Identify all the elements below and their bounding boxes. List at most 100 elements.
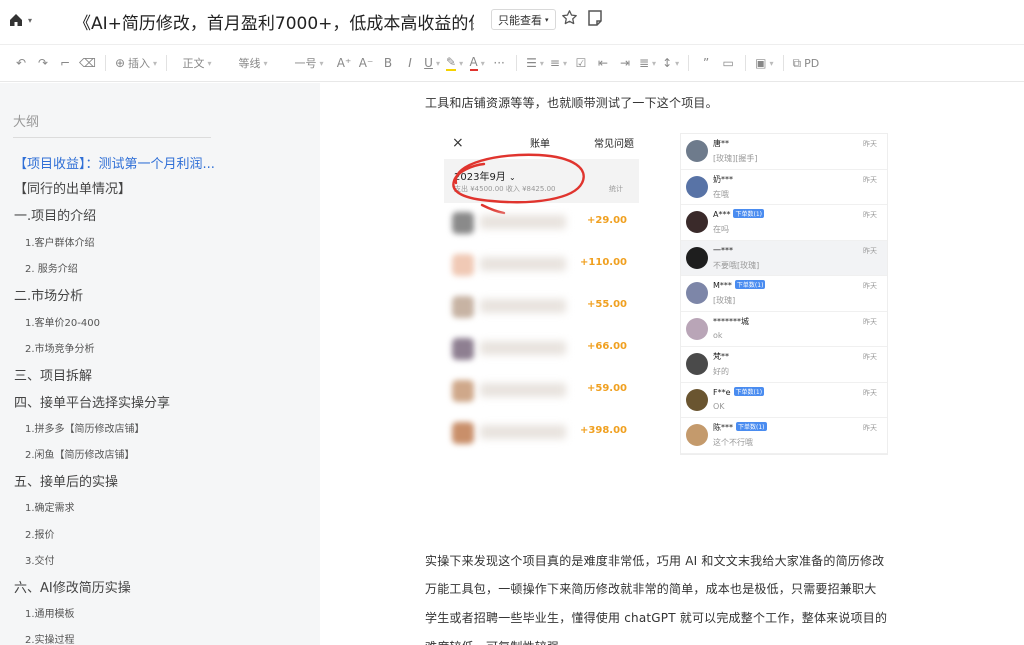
font-color-button[interactable]: A ▾ bbox=[466, 51, 488, 75]
underline-button[interactable]: U ▾ bbox=[421, 51, 443, 75]
home-button[interactable]: ▾ bbox=[8, 11, 42, 29]
chevron-down-icon: ▾ bbox=[263, 58, 268, 68]
numbered-list-button[interactable]: ≡ ▾ bbox=[547, 51, 570, 75]
view-mode-select[interactable]: 只能查看 ▾ bbox=[491, 9, 556, 30]
checklist-button[interactable]: ☑ bbox=[570, 51, 592, 75]
quote-button[interactable]: ” bbox=[695, 51, 717, 75]
italic-button[interactable]: I bbox=[399, 51, 421, 75]
star-icon bbox=[562, 10, 577, 25]
undo-button[interactable]: ↶ bbox=[10, 51, 32, 75]
message-item[interactable]: 唐** [玫瑰][握手] 昨天 bbox=[681, 134, 887, 170]
outline-item[interactable]: 1.客单价20-400 bbox=[25, 314, 100, 329]
section-button[interactable]: ▭ bbox=[717, 51, 739, 75]
bill-stats-label: 统计 bbox=[609, 185, 623, 193]
outline-item[interactable]: 一.项目的介绍 bbox=[14, 205, 96, 224]
highlight-button[interactable]: ✎ ▾ bbox=[443, 51, 466, 75]
font-size-select[interactable]: 一号 ▾ bbox=[285, 51, 333, 75]
outdent-button[interactable]: ⇤ bbox=[592, 51, 614, 75]
pdf-button[interactable]: ⧉ PD bbox=[790, 51, 823, 75]
chevron-down-icon: ▾ bbox=[207, 58, 212, 68]
blurred-avatar bbox=[452, 212, 474, 234]
paragraph-style-select[interactable]: 正文 ▾ bbox=[173, 51, 221, 75]
undo-icon: ↶ bbox=[15, 56, 27, 70]
indent-button[interactable]: ⇥ bbox=[614, 51, 636, 75]
font-family-select[interactable]: 等线 ▾ bbox=[221, 51, 285, 75]
toolbar-divider bbox=[166, 55, 168, 71]
image-button[interactable]: ▣ ▾ bbox=[752, 51, 776, 75]
outline-item[interactable]: 2.实操过程 bbox=[25, 631, 75, 645]
font-family-label: 等线 bbox=[238, 57, 261, 70]
message-item[interactable]: 陈*** 下单数(1) 这个不行哦 昨天 bbox=[681, 418, 887, 454]
redo-button[interactable]: ↷ bbox=[32, 51, 54, 75]
message-sender-name: A*** bbox=[713, 210, 731, 219]
bold-button[interactable]: B bbox=[377, 51, 399, 75]
outline-item[interactable]: 三、项目拆解 bbox=[14, 365, 92, 384]
note-button[interactable] bbox=[587, 9, 605, 29]
chevron-down-icon: ▾ bbox=[28, 15, 33, 25]
line-spacing-button[interactable]: ↕ ▾ bbox=[659, 51, 682, 75]
blurred-text bbox=[480, 425, 566, 439]
chevron-down-icon: ▾ bbox=[539, 58, 544, 68]
favorite-button[interactable] bbox=[561, 9, 579, 29]
align-button[interactable]: ≣ ▾ bbox=[636, 51, 659, 75]
avatar bbox=[686, 175, 708, 198]
message-preview: OK bbox=[713, 401, 725, 411]
clear-format-button[interactable]: ⌫ bbox=[76, 51, 99, 75]
document-body: 工具和店铺资源等等，也就顺带测试了一下这个项目。 × 账单 常见问题 2023年… bbox=[320, 83, 1024, 645]
outline-item[interactable]: 2.闲鱼【简历修改店铺】 bbox=[25, 446, 135, 461]
chevron-down-icon: ▾ bbox=[435, 58, 440, 68]
outline-item[interactable]: 3.交付 bbox=[25, 552, 55, 567]
insert-label: 插入 bbox=[128, 57, 151, 70]
message-time: 昨天 bbox=[863, 388, 877, 397]
toolbar-divider bbox=[516, 55, 518, 71]
message-item[interactable]: M*** 下单数(1) [玫瑰] 昨天 bbox=[681, 276, 887, 312]
outline-item[interactable]: 【项目收益】：测试第一个月利润... bbox=[14, 153, 215, 172]
message-sender-name: F**e bbox=[713, 387, 731, 397]
message-item[interactable]: 梵** 好的 昨天 bbox=[681, 347, 887, 383]
message-preview: ok bbox=[713, 330, 723, 340]
outline-item[interactable]: 2.市场竞争分析 bbox=[25, 340, 95, 355]
toolbar-divider bbox=[782, 55, 784, 71]
outline-item[interactable]: 二.市场分析 bbox=[14, 285, 83, 304]
message-item[interactable]: 奶*** 在哦 昨天 bbox=[681, 170, 887, 205]
message-item[interactable]: F**e 下单数(1) OK 昨天 bbox=[681, 383, 887, 418]
outdent-icon: ⇤ bbox=[597, 56, 609, 70]
outline-item[interactable]: 1.拼多多【简历修改店铺】 bbox=[25, 420, 145, 435]
outline-item[interactable]: 2.报价 bbox=[25, 526, 55, 541]
plus-circle-icon: ⊕ bbox=[114, 56, 126, 70]
avatar bbox=[686, 282, 708, 304]
outline-item[interactable]: 【同行的出单情况】 bbox=[14, 178, 131, 197]
toolbar-divider bbox=[104, 55, 106, 71]
more-button[interactable]: ··· bbox=[488, 51, 510, 75]
outline-item[interactable]: 六、AI修改简历实操 bbox=[14, 577, 131, 596]
message-time: 昨天 bbox=[863, 353, 877, 361]
message-item[interactable]: 一*** 不要哦[玫瑰] 昨天 bbox=[681, 240, 887, 276]
message-item[interactable]: *******城 ok 昨天 bbox=[681, 312, 887, 347]
outline-item[interactable]: 1.确定需求 bbox=[25, 499, 75, 514]
outline-item[interactable]: 1.客户群体介绍 bbox=[25, 234, 95, 249]
bill-row: +398.00 bbox=[444, 413, 639, 455]
home-icon bbox=[10, 14, 22, 26]
outline-item[interactable]: 四、接单平台选择实操分享 bbox=[14, 392, 170, 411]
italic-icon: I bbox=[408, 56, 412, 70]
order-badge: 下单数(1) bbox=[733, 209, 764, 218]
document-title: 《AI+简历修改，首月盈利7000+，低成本高收益的保姆… bbox=[74, 14, 474, 34]
outline-item[interactable]: 2. 服务介绍 bbox=[25, 260, 78, 275]
message-sender: 梵** bbox=[713, 351, 729, 362]
paragraph-line: 万能工具包，一顿操作下来简历修改就非常的简单，成本也是极低，只需要招兼职大 bbox=[425, 582, 877, 596]
message-time: 昨天 bbox=[863, 424, 877, 432]
outline-item[interactable]: 五、接单后的实操 bbox=[14, 471, 118, 490]
format-painter-button[interactable]: ⌐ bbox=[54, 51, 76, 75]
chevron-down-icon: ▾ bbox=[562, 58, 567, 68]
outline-item[interactable]: 1.通用模板 bbox=[25, 605, 75, 620]
insert-button[interactable]: ⊕ 插入 ▾ bbox=[112, 51, 160, 75]
title-bar: ▾ 《AI+简历修改，首月盈利7000+，低成本高收益的保姆… 只能查看 ▾ bbox=[0, 0, 1024, 40]
bullet-list-button[interactable]: ☰ ▾ bbox=[523, 51, 547, 75]
pdf-label: PD bbox=[804, 56, 820, 70]
toolbar-divider bbox=[688, 55, 690, 71]
message-item[interactable]: A*** 下单数(1) 在吗 昨天 bbox=[681, 205, 887, 241]
decrease-font-button[interactable]: A⁻ bbox=[355, 51, 377, 75]
increase-font-button[interactable]: A⁺ bbox=[333, 51, 355, 75]
avatar bbox=[686, 246, 708, 269]
message-preview: [玫瑰][握手] bbox=[713, 154, 758, 163]
